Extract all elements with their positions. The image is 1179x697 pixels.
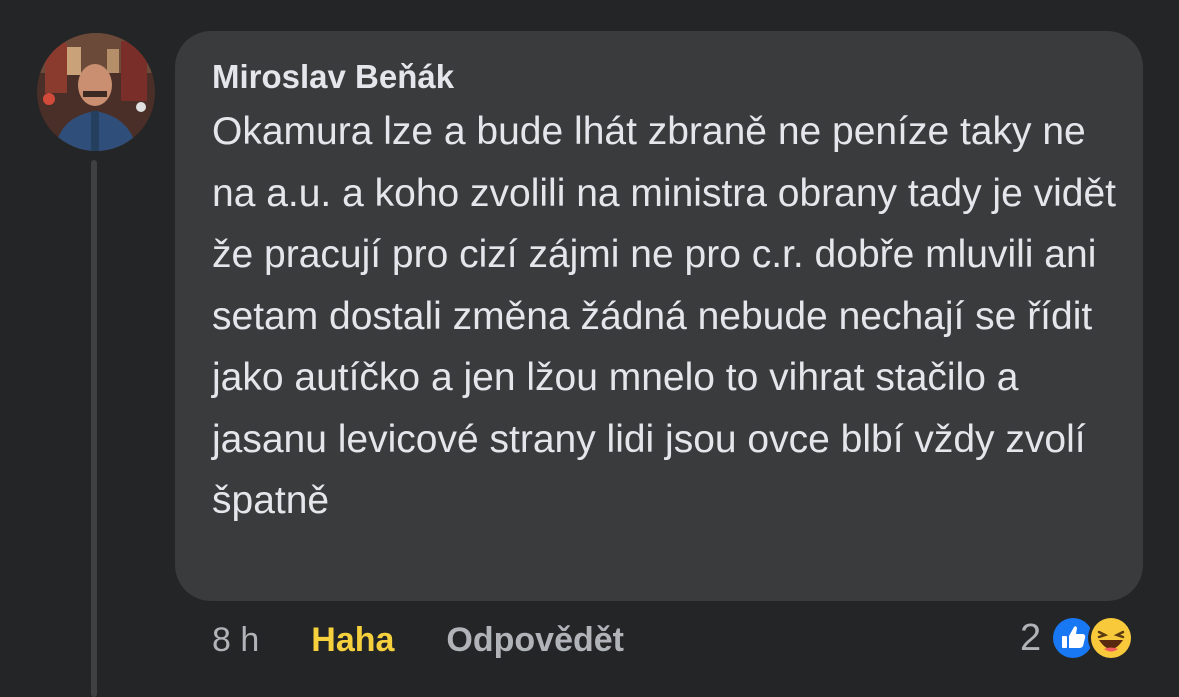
comment-actions: 8 h Haha Odpovědět [212, 615, 624, 665]
reactions-summary[interactable]: 2 [1020, 612, 1135, 664]
comment-text: Okamura lze a bude lhát zbraně ne peníze… [212, 110, 1116, 522]
reaction-count: 2 [1020, 616, 1042, 659]
reply-button[interactable]: Odpovědět [446, 621, 624, 660]
avatar-photo [37, 33, 155, 151]
thread-line [91, 160, 97, 697]
reaction-button[interactable]: Haha [311, 621, 394, 660]
comment-bubble: Miroslav Beňák Okamura lze a bude lhát z… [175, 31, 1143, 601]
haha-icon [1088, 615, 1135, 661]
comment-timestamp[interactable]: 8 h [212, 621, 259, 660]
comment-thread: Miroslav Beňák Okamura lze a bude lhát z… [0, 0, 1179, 697]
avatar[interactable] [37, 33, 155, 151]
comment-author[interactable]: Miroslav Beňák [212, 57, 1113, 97]
